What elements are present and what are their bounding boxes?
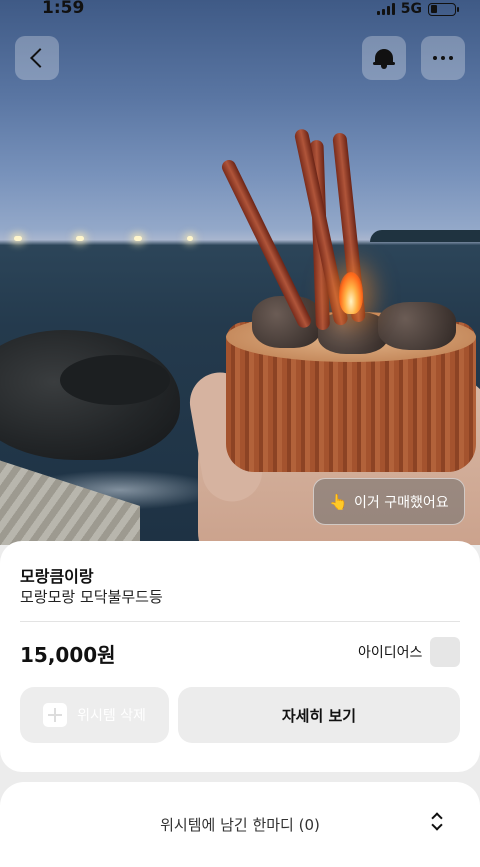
lava-stone <box>378 302 456 350</box>
view-details-label: 자세히 보기 <box>281 706 357 725</box>
remove-wishlist-button[interactable]: 위시템 삭제 <box>20 687 169 743</box>
remove-wishlist-label: 위시템 삭제 <box>77 708 146 724</box>
shore-light <box>134 236 142 241</box>
wishlist-item-page: 1:59 5G 👆 이거 구매했어요 모랑큼이랑 모랑모랑 모닥불무드등 15,… <box>0 0 480 867</box>
bell-icon <box>373 47 395 69</box>
product-photo[interactable] <box>0 0 480 545</box>
network-type: 5G <box>400 1 422 17</box>
more-options-button[interactable] <box>421 36 465 80</box>
pointing-hand-icon: 👆 <box>329 492 349 511</box>
wishlist-comments-panel[interactable]: 위시템에 남긴 한마디 (0) <box>0 782 480 867</box>
divider <box>20 621 460 622</box>
seller-name[interactable]: 아이디어스 <box>358 642 422 662</box>
brand-name[interactable]: 모랑큼이랑 <box>20 563 94 587</box>
shore-light <box>14 236 22 241</box>
chevron-left-icon <box>30 48 50 68</box>
product-name: 모랑모랑 모닥불무드등 <box>20 588 163 606</box>
cellular-signal-icon <box>376 3 395 15</box>
back-button[interactable] <box>15 36 59 80</box>
status-icons: 5G <box>376 1 459 17</box>
status-time: 1:59 <box>42 0 85 18</box>
product-price: 15,000원 <box>20 643 116 667</box>
status-bar: 1:59 5G <box>0 0 480 20</box>
flame-light <box>339 272 363 314</box>
more-dots-icon <box>433 56 453 60</box>
shore-light <box>76 236 84 241</box>
notification-button[interactable] <box>362 36 406 80</box>
product-card: 모랑큼이랑 모랑모랑 모닥불무드등 15,000원 아이디어스 위시템 삭제 자… <box>0 541 480 772</box>
stone-wall <box>0 454 140 545</box>
view-details-button[interactable]: 자세히 보기 <box>178 687 460 743</box>
plus-icon <box>43 703 68 727</box>
battery-icon <box>428 2 459 16</box>
seller-logo[interactable] <box>430 637 460 667</box>
bought-this-label: 이거 구매했어요 <box>354 494 449 511</box>
comments-label: 위시템에 남긴 한마디 (0) <box>160 816 320 834</box>
bought-this-button[interactable]: 👆 이거 구매했어요 <box>313 478 465 525</box>
shore-light <box>187 236 193 241</box>
rocks <box>60 355 170 405</box>
far-shore <box>370 230 480 242</box>
expand-collapse-icon[interactable] <box>430 812 444 832</box>
